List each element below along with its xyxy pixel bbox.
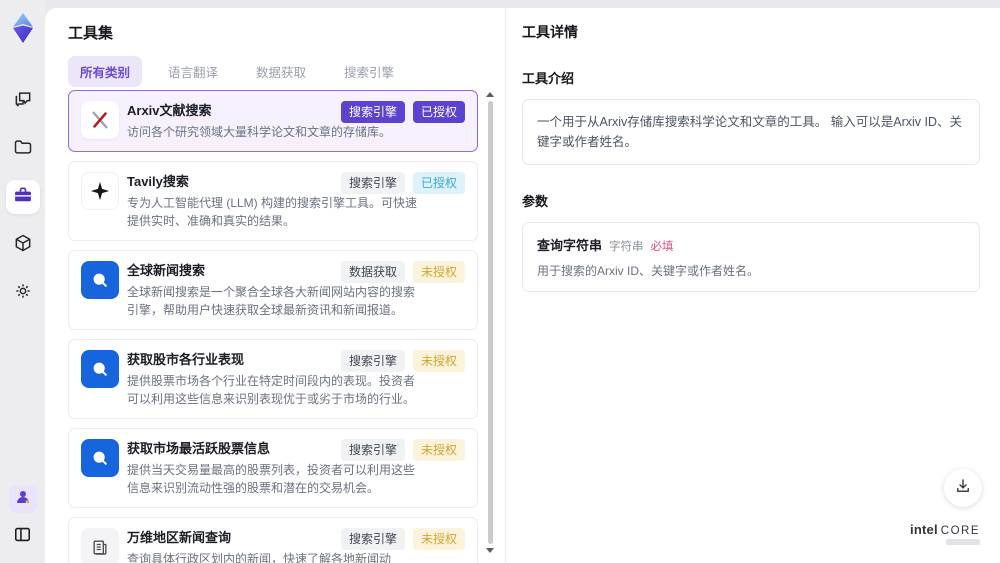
download-button[interactable] (944, 469, 982, 507)
parameter-card: 查询字符串 字符串 必填 用于搜索的Arxiv ID、关键字或作者姓名。 (522, 222, 980, 292)
sidebar-item-models[interactable] (6, 228, 40, 262)
tool-card-arxiv[interactable]: Arxiv文献搜索 访问各个研究领域大量科学论文和文章的存储库。 搜索引擎 已授… (68, 90, 478, 152)
search-app-icon (81, 350, 119, 388)
params-heading: 参数 (522, 194, 549, 209)
panel-toggle-icon (13, 525, 32, 549)
toolbox-icon (13, 185, 33, 210)
category-tag: 搜索引擎 (340, 439, 405, 461)
tool-list-pane: 工具集 所有类别 语言翻译 数据获取 搜索引擎 Arxiv文献搜索 访问各个研究… (45, 8, 505, 563)
param-name: 查询字符串 (537, 238, 603, 253)
content-shell: 工具集 所有类别 语言翻译 数据获取 搜索引擎 Arxiv文献搜索 访问各个研究… (45, 8, 1000, 563)
search-app-icon (81, 261, 119, 299)
app-logo-icon[interactable] (7, 10, 39, 46)
sidebar-item-chat[interactable] (6, 84, 40, 118)
folder-icon (13, 137, 33, 162)
tool-card-tavily[interactable]: Tavily搜索 专为人工智能代理 (LLM) 构建的搜索引擎工具。可快速提供实… (68, 161, 478, 241)
tool-description: 全球新闻搜索是一个聚合全球各大新闻网站内容的搜索引擎，帮助用户快速获取全球最新资… (127, 285, 416, 317)
panel-toggle-button[interactable] (9, 523, 37, 551)
tool-detail-pane: 工具详情 工具介绍 一个用于从Arxiv存储库搜索科学论文和文章的工具。 输入可… (505, 8, 1000, 563)
tab-language-translation[interactable]: 语言翻译 (156, 56, 230, 87)
param-description: 用于搜索的Arxiv ID、关键字或作者姓名。 (537, 264, 760, 278)
intro-heading: 工具介绍 (522, 71, 575, 86)
tab-data-acquisition[interactable]: 数据获取 (244, 56, 318, 87)
news-building-icon (81, 528, 119, 563)
category-tag: 搜索引擎 (340, 350, 405, 372)
sidebar-item-settings[interactable] (6, 276, 40, 310)
tavily-icon (81, 172, 119, 210)
intro-text-box: 一个用于从Arxiv存储库搜索科学论文和文章的工具。 输入可以是Arxiv ID… (522, 99, 980, 165)
status-badge: 已授权 (412, 101, 465, 123)
page-title: 工具集 (68, 25, 114, 42)
chat-icon (13, 89, 33, 114)
tool-card-most-active-stocks[interactable]: 获取市场最活跃股票信息 提供当天交易量最高的股票列表，投资者可以利用这些信息来识… (68, 428, 478, 508)
list-scrollbar[interactable] (486, 92, 494, 553)
search-app-icon (81, 439, 119, 477)
cube-icon (13, 233, 33, 258)
status-badge: 未授权 (412, 528, 465, 550)
status-badge: 未授权 (412, 350, 465, 372)
detail-title: 工具详情 (522, 24, 578, 40)
gear-icon (13, 281, 33, 306)
download-icon (954, 477, 972, 500)
intro-text: 一个用于从Arxiv存储库搜索科学论文和文章的工具。 输入可以是Arxiv ID… (537, 115, 963, 149)
scroll-down-icon[interactable] (486, 548, 494, 553)
tool-description: 专为人工智能代理 (LLM) 构建的搜索引擎工具。可快速提供实时、准确和真实的结… (127, 196, 418, 228)
intel-core-sub-badge (946, 539, 980, 545)
tool-description: 提供当天交易量最高的股票列表，投资者可以利用这些信息来识别流动性强的股票和潜在的… (127, 463, 416, 495)
tool-card-global-news[interactable]: 全球新闻搜索 全球新闻搜索是一个聚合全球各大新闻网站内容的搜索引擎，帮助用户快速… (68, 250, 478, 330)
param-required-badge: 必填 (650, 241, 674, 253)
tool-description: 查询具体行政区划内的新闻，快速了解各地新闻动 (127, 552, 392, 563)
category-tag: 搜索引擎 (340, 528, 405, 550)
intel-brand-text: intel (910, 522, 938, 537)
core-brand-text: CORE (940, 525, 980, 537)
person-icon (14, 488, 32, 511)
tool-card-regional-news[interactable]: 万维地区新闻查询 查询具体行政区划内的新闻，快速了解各地新闻动 搜索引擎 未授权 (68, 517, 478, 563)
tool-description: 提供股票市场各个行业在特定时间段内的表现。投资者可以利用这些信息来识别表现优于或… (127, 374, 416, 406)
sidebar-item-files[interactable] (6, 132, 40, 166)
status-badge: 已授权 (412, 172, 465, 194)
scrollbar-thumb[interactable] (487, 101, 493, 544)
tool-card-sector-performance[interactable]: 获取股市各行业表现 提供股票市场各个行业在特定时间段内的表现。投资者可以利用这些… (68, 339, 478, 419)
intel-core-logo: intel CORE (910, 522, 980, 545)
category-tag: 搜索引擎 (340, 101, 405, 123)
status-badge: 未授权 (412, 261, 465, 283)
param-type: 字符串 (609, 241, 644, 253)
sidebar-item-tools[interactable] (5, 180, 40, 214)
tab-all-categories[interactable]: 所有类别 (68, 56, 143, 87)
category-tag: 搜索引擎 (340, 172, 405, 194)
category-tag: 数据获取 (340, 261, 405, 283)
tool-list: Arxiv文献搜索 访问各个研究领域大量科学论文和文章的存储库。 搜索引擎 已授… (68, 90, 478, 563)
arxiv-icon (81, 101, 119, 139)
tool-description: 访问各个研究领域大量科学论文和文章的存储库。 (127, 125, 392, 139)
category-tabs: 所有类别 语言翻译 数据获取 搜索引擎 (68, 56, 406, 87)
status-badge: 未授权 (412, 439, 465, 461)
scroll-up-icon[interactable] (486, 92, 494, 97)
tab-search-engine[interactable]: 搜索引擎 (332, 56, 406, 87)
user-avatar[interactable] (8, 485, 37, 513)
sidebar (0, 0, 45, 563)
